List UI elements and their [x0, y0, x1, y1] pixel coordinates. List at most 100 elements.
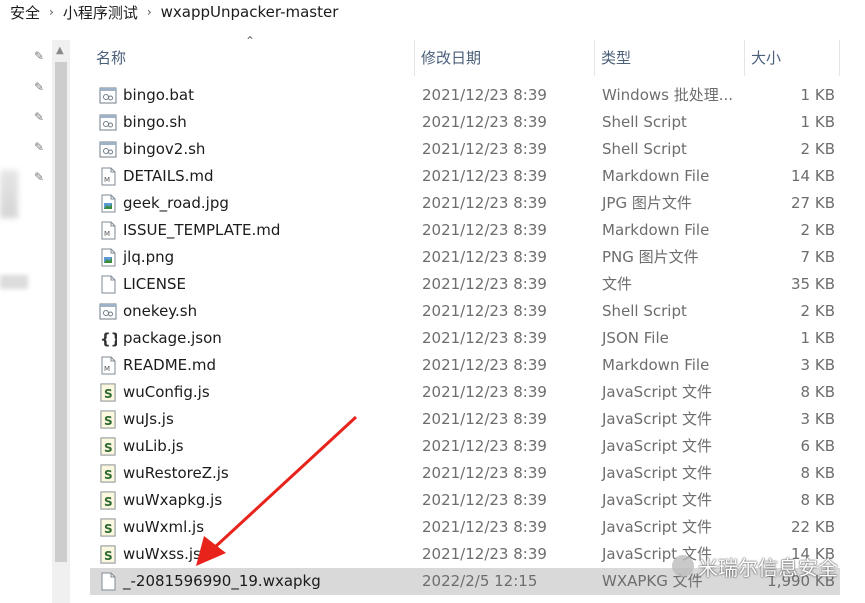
- svg-text:{}: {}: [100, 330, 117, 348]
- file-name: wuConfig.js: [123, 383, 210, 401]
- markdown-file-icon: M: [99, 356, 117, 375]
- blank-file-icon: [99, 275, 117, 294]
- image-file-icon: [99, 248, 117, 267]
- file-type: Markdown File: [602, 167, 710, 185]
- file-type: PNG 图片文件: [602, 248, 699, 266]
- file-row[interactable]: M README.md 2021/12/23 8:39 Markdown File 3 …: [90, 352, 840, 379]
- svg-text:S: S: [104, 387, 113, 401]
- file-row[interactable]: SwuWxml.js 2021/12/23 8:39 JavaScript 文件 22…: [90, 514, 840, 541]
- file-date-modified: 2021/12/23 8:39: [422, 545, 547, 563]
- file-row[interactable]: bingo.bat 2021/12/23 8:39 Windows 批处理... 1 …: [90, 82, 840, 109]
- svg-text:S: S: [104, 549, 113, 563]
- file-row[interactable]: SwuConfig.js 2021/12/23 8:39 JavaScript 文件…: [90, 379, 840, 406]
- file-size: 8 KB: [800, 383, 835, 401]
- file-size: 8 KB: [800, 464, 835, 482]
- file-date-modified: 2022/2/5 12:15: [422, 572, 538, 590]
- file-row[interactable]: geek_road.jpg 2021/12/23 8:39 JPG 图片文件 27 K…: [90, 190, 840, 217]
- file-size: 2 KB: [800, 302, 835, 320]
- file-row[interactable]: bingo.sh 2021/12/23 8:39 Shell Script 1 KB: [90, 109, 840, 136]
- file-row[interactable]: onekey.sh 2021/12/23 8:39 Shell Script 2 KB: [90, 298, 840, 325]
- file-row[interactable]: SwuWxapkg.js 2021/12/23 8:39 JavaScript 文件…: [90, 487, 840, 514]
- svg-text:S: S: [104, 468, 113, 482]
- file-type: JavaScript 文件: [602, 410, 712, 428]
- image-file-icon: [99, 194, 117, 213]
- file-date-modified: 2021/12/23 8:39: [422, 464, 547, 482]
- breadcrumb: 安全 › 小程序测试 › wxappUnpacker-master: [0, 0, 865, 24]
- column-header-date-modified[interactable]: 修改日期: [415, 40, 595, 76]
- navigation-scrollbar-thumb[interactable]: [55, 62, 67, 562]
- file-date-modified: 2021/12/23 8:39: [422, 437, 547, 455]
- file-row[interactable]: M ISSUE_TEMPLATE.md 2021/12/23 8:39 Markdow…: [90, 217, 840, 244]
- breadcrumb-item-miniprogram-test[interactable]: 小程序测试: [63, 2, 138, 23]
- file-date-modified: 2021/12/23 8:39: [422, 221, 547, 239]
- pin-icon[interactable]: ✎: [32, 80, 46, 94]
- file-row[interactable]: {} package.json 2021/12/23 8:39 JSON File 1 …: [90, 325, 840, 352]
- breadcrumb-item-current-folder[interactable]: wxappUnpacker-master: [161, 3, 339, 21]
- chevron-right-icon[interactable]: ›: [49, 5, 54, 19]
- scroll-up-icon[interactable]: ▲: [56, 45, 64, 56]
- navigation-scrollbar[interactable]: ▲: [52, 40, 70, 603]
- markdown-file-icon: M: [99, 221, 117, 240]
- watermark: 米瑞尔信息安全: [672, 551, 838, 581]
- pin-icon[interactable]: ✎: [32, 110, 46, 124]
- chevron-right-icon[interactable]: ›: [147, 5, 152, 19]
- json-file-icon: {}: [99, 329, 121, 348]
- file-list-scrollbar[interactable]: [842, 76, 865, 603]
- file-name: ISSUE_TEMPLATE.md: [123, 221, 281, 239]
- file-name: bingov2.sh: [123, 140, 206, 158]
- file-date-modified: 2021/12/23 8:39: [422, 86, 547, 104]
- column-header-size[interactable]: 大小: [745, 40, 840, 76]
- file-name: package.json: [123, 329, 222, 347]
- file-type: JPG 图片文件: [602, 194, 692, 212]
- file-date-modified: 2021/12/23 8:39: [422, 518, 547, 536]
- file-size: 14 KB: [791, 167, 835, 185]
- file-date-modified: 2021/12/23 8:39: [422, 248, 547, 266]
- file-name: geek_road.jpg: [123, 194, 229, 212]
- file-date-modified: 2021/12/23 8:39: [422, 491, 547, 509]
- pin-icon[interactable]: ✎: [32, 49, 46, 63]
- file-row[interactable]: M DETAILS.md 2021/12/23 8:39 Markdown File 1…: [90, 163, 840, 190]
- file-row[interactable]: LICENSE 2021/12/23 8:39 文件 35 KB: [90, 271, 840, 298]
- shell-script-icon: [99, 140, 117, 159]
- column-header-row: ⌃ 名称 修改日期 类型 大小: [90, 34, 865, 76]
- pin-icon[interactable]: ✎: [32, 170, 46, 184]
- svg-text:M: M: [104, 176, 110, 184]
- file-date-modified: 2021/12/23 8:39: [422, 113, 547, 131]
- file-name: DETAILS.md: [123, 167, 214, 185]
- file-type: JavaScript 文件: [602, 518, 712, 536]
- file-row[interactable]: SwuRestoreZ.js 2021/12/23 8:39 JavaScript …: [90, 460, 840, 487]
- file-name: bingo.sh: [123, 113, 187, 131]
- javascript-file-icon: S: [99, 437, 117, 456]
- file-date-modified: 2021/12/23 8:39: [422, 275, 547, 293]
- file-row[interactable]: bingov2.sh 2021/12/23 8:39 Shell Script 2 K…: [90, 136, 840, 163]
- wechat-logo-icon: [672, 555, 694, 577]
- file-date-modified: 2021/12/23 8:39: [422, 167, 547, 185]
- column-header-name[interactable]: 名称: [90, 40, 415, 76]
- javascript-file-icon: S: [99, 383, 117, 402]
- file-size: 3 KB: [800, 356, 835, 374]
- file-name: jlq.png: [123, 248, 175, 266]
- blank-file-icon: [99, 572, 117, 591]
- file-size: 22 KB: [791, 518, 835, 536]
- svg-text:S: S: [104, 522, 113, 536]
- column-header-type[interactable]: 类型: [595, 40, 745, 76]
- javascript-file-icon: S: [99, 491, 117, 510]
- file-row[interactable]: jlq.png 2021/12/23 8:39 PNG 图片文件 7 KB: [90, 244, 840, 271]
- file-type: Windows 批处理...: [602, 86, 734, 104]
- shell-script-icon: [99, 113, 117, 132]
- file-row[interactable]: SwuJs.js 2021/12/23 8:39 JavaScript 文件 3 KB: [90, 406, 840, 433]
- file-size: 8 KB: [800, 491, 835, 509]
- svg-text:S: S: [104, 441, 113, 455]
- blurred-nav-item: [0, 275, 28, 289]
- pin-icon[interactable]: ✎: [32, 140, 46, 154]
- file-row[interactable]: SwuLib.js 2021/12/23 8:39 JavaScript 文件 6 K…: [90, 433, 840, 460]
- shell-script-icon: [99, 302, 117, 321]
- file-name: wuWxapkg.js: [123, 491, 223, 509]
- file-type: JavaScript 文件: [602, 464, 712, 482]
- breadcrumb-item-security[interactable]: 安全: [10, 2, 40, 23]
- file-type: JavaScript 文件: [602, 491, 712, 509]
- file-size: 2 KB: [800, 140, 835, 158]
- file-size: 6 KB: [800, 437, 835, 455]
- watermark-text: 米瑞尔信息安全: [698, 555, 838, 580]
- file-type: JavaScript 文件: [602, 437, 712, 455]
